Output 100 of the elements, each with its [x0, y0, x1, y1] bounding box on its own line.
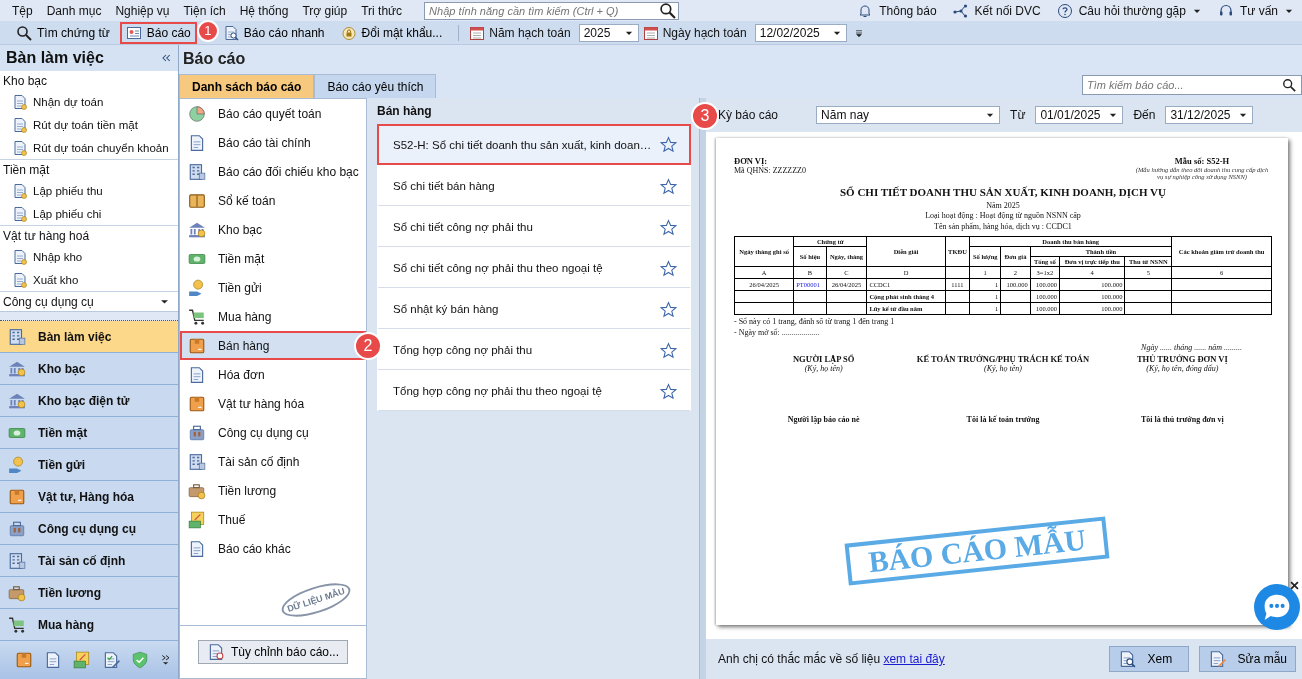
report-item[interactable]: Tổng hợp công nợ phải thu theo ngoại tệ: [377, 370, 691, 411]
search-field[interactable]: Tìm kiếm báo cáo...: [1082, 75, 1302, 95]
date-picker[interactable]: 12/02/2025: [754, 23, 847, 42]
signer-name: Người lập báo cáo nè: [786, 415, 861, 425]
help-link[interactable]: xem tai đây: [883, 652, 945, 666]
year-dropdown[interactable]: 2025: [578, 23, 639, 42]
tree-item[interactable]: Rút dự toán tiền mặt: [0, 113, 178, 136]
doc-text: Ngày ...... tháng ...... năm .........: [1140, 343, 1242, 353]
category-item[interactable]: Kho bạc: [180, 215, 366, 244]
menu-link[interactable]: Thông báo: [879, 3, 937, 18]
nav-item[interactable]: Công cụ dụng cụ: [0, 513, 178, 545]
toolbar-button[interactable]: Báo cáo: [119, 21, 197, 44]
signer-title: KẾ TOÁN TRƯỞNG/PHỤ TRÁCH KẾ TOÁN: [915, 354, 1091, 365]
menu-link[interactable]: Kết nối DVC: [974, 3, 1041, 18]
tree-item[interactable]: Lập phiếu thu: [0, 179, 178, 202]
toolbar-button[interactable]: Báo cáo nhanh: [216, 21, 331, 44]
nav-item[interactable]: Kho bạc: [0, 353, 178, 385]
category-item[interactable]: Tiền gửi: [180, 273, 366, 302]
doc-text: - Sổ này có 1 trang, đánh số từ trang 1 đến trang 1: [734, 317, 896, 327]
menu-link[interactable]: Tư vấn: [1239, 3, 1278, 18]
nav-item[interactable]: Tài sản cố định: [0, 545, 178, 577]
report-item[interactable]: Sổ chi tiết công nợ phải thu theo ngoại tệ: [377, 247, 691, 288]
category-item[interactable]: Vật tư hàng hóa: [180, 389, 366, 418]
report-title: Sổ chi tiết công nợ phải thu: [393, 221, 533, 233]
doc-text: Năm 2025: [985, 201, 1021, 212]
tab[interactable]: Báo cáo yêu thích: [314, 74, 437, 98]
tree-item[interactable]: Nhận dự toán: [0, 90, 178, 113]
date-picker[interactable]: 01/01/2025: [1035, 106, 1124, 124]
menu-item[interactable]: Nghiệp vụ: [111, 3, 180, 18]
search-field[interactable]: Nhập tính năng cần tìm kiếm (Ctrl + Q): [424, 1, 680, 20]
tree-item[interactable]: Nhập kho: [0, 245, 178, 268]
category-item[interactable]: Sổ kế toán: [180, 186, 366, 215]
report-item[interactable]: Sổ chi tiết công nợ phải thu: [377, 206, 691, 247]
toolbar-label: Năm hạch toán: [489, 25, 571, 40]
panel-title: Bàn làm việc: [6, 49, 104, 67]
toolbar-button[interactable]: Đổi mật khẩu...: [334, 21, 449, 44]
tree-item[interactable]: Xuất kho: [0, 268, 178, 291]
category-item[interactable]: Công cụ dụng cụ: [180, 418, 366, 447]
menu-item[interactable]: Trợ giúp: [298, 3, 358, 18]
nav-item[interactable]: Tiền mặt: [0, 417, 178, 449]
report-item[interactable]: Sổ nhật ký bán hàng: [377, 288, 691, 329]
help-text: Anh chị có thắc mắc về số liệu xem tai đây: [718, 652, 945, 666]
tree-item[interactable]: Lập phiếu chi: [0, 202, 178, 225]
report-item[interactable]: S52-H: Sổ chi tiết doanh thu sản xuất, kinh doan…: [377, 124, 691, 165]
page-title: Báo cáo: [182, 49, 247, 69]
report-item[interactable]: Sổ chi tiết bán hàng: [377, 165, 691, 206]
signer-title: NGƯỜI LẬP SỔ: [791, 354, 856, 365]
menu-item[interactable]: Danh mục: [42, 3, 112, 18]
category-item[interactable]: Tài sản cố định: [180, 447, 366, 476]
list-title: Bán hàng: [377, 103, 433, 120]
category-item[interactable]: Hóa đơn: [180, 360, 366, 389]
tab[interactable]: Danh sách báo cáo: [179, 74, 315, 98]
menu-item[interactable]: Tệp: [8, 3, 43, 18]
doc-text: ĐƠN VỊ:: [734, 156, 769, 166]
customize-button[interactable]: Tùy chỉnh báo cáo...: [197, 640, 349, 664]
category-item[interactable]: Báo cáo quyết toán: [180, 99, 366, 128]
field-label: Từ: [1010, 108, 1026, 122]
tree-group-header[interactable]: Tiền mặt: [0, 159, 178, 179]
date-picker[interactable]: 31/12/2025: [1165, 106, 1254, 124]
tree-item[interactable]: Rút dự toán chuyển khoản: [0, 136, 178, 159]
category-item[interactable]: Báo cáo khác: [180, 534, 366, 563]
doc-text: Mẫu số: S52-H: [1173, 156, 1231, 166]
doc-text: - Ngày mở sổ: ...................: [734, 328, 821, 338]
action-button[interactable]: Sửa mẫu: [1198, 646, 1296, 672]
report-title: Tổng hợp công nợ phải thu theo ngoại tệ: [393, 385, 602, 397]
doc-text: (Ký, họ tên): [983, 364, 1023, 374]
field-label: Đến: [1133, 108, 1156, 122]
nav-item[interactable]: Tiền gửi: [0, 449, 178, 481]
doc-text: Loại hoạt động : Hoạt động từ nguồn NSNN cấp: [924, 211, 1082, 222]
menu-item[interactable]: Tiện ích: [179, 3, 236, 18]
doc-text: Mã QHNS: ZZZZZZ0: [734, 166, 806, 175]
period-dropdown[interactable]: Năm nay: [816, 106, 1001, 124]
category-item[interactable]: Mua hàng: [180, 302, 366, 331]
category-item[interactable]: Báo cáo đối chiếu kho bạc: [180, 157, 366, 186]
action-button[interactable]: Xem: [1108, 646, 1189, 672]
toolbar-label: Ngày hạch toán: [662, 25, 747, 40]
tree-group-header[interactable]: Vật tư hàng hoá: [0, 225, 178, 245]
category-item[interactable]: Tiền lương: [180, 476, 366, 505]
menu-item[interactable]: Tri thức: [357, 3, 413, 18]
doc-text: Tên sản phẩm, hàng hóa, dịch vụ : CCDC1: [933, 221, 1073, 233]
nav-item[interactable]: Bàn làm việc: [0, 321, 178, 353]
field-label: Kỳ báo cáo: [718, 108, 779, 122]
menu-item[interactable]: Hệ thống: [235, 3, 299, 18]
report-title: Tổng hợp công nợ phải thu: [393, 344, 533, 356]
doc-text: (Ký, họ tên): [803, 364, 844, 374]
menu-link[interactable]: Câu hỏi thường gặp: [1078, 3, 1186, 18]
nav-item[interactable]: Mua hàng: [0, 609, 178, 641]
category-item[interactable]: Thuế: [180, 505, 366, 534]
nav-item[interactable]: Kho bạc điện tử: [0, 385, 178, 417]
toolbar-button[interactable]: Tìm chứng từ: [10, 21, 116, 44]
doc-title: SỔ CHI TIẾT DOANH THU SẢN XUẤT, KINH DOANH, DỊCH VỤ: [839, 186, 1167, 198]
category-item[interactable]: Báo cáo tài chính: [180, 128, 366, 157]
category-item[interactable]: Tiền mặt: [180, 244, 366, 273]
tree-group-header[interactable]: Kho bạc: [0, 71, 178, 90]
nav-item[interactable]: Tiền lương: [0, 577, 178, 609]
report-item[interactable]: Tổng hợp công nợ phải thu: [377, 329, 691, 370]
report-title: Sổ chi tiết công nợ phải thu theo ngoại tệ: [393, 262, 603, 274]
signer-title: THỦ TRƯỞNG ĐƠN VỊ: [1135, 354, 1229, 365]
nav-item[interactable]: Vật tư, Hàng hóa: [0, 481, 178, 513]
signer-name: Tôi là kế toán trưởng: [965, 415, 1041, 425]
